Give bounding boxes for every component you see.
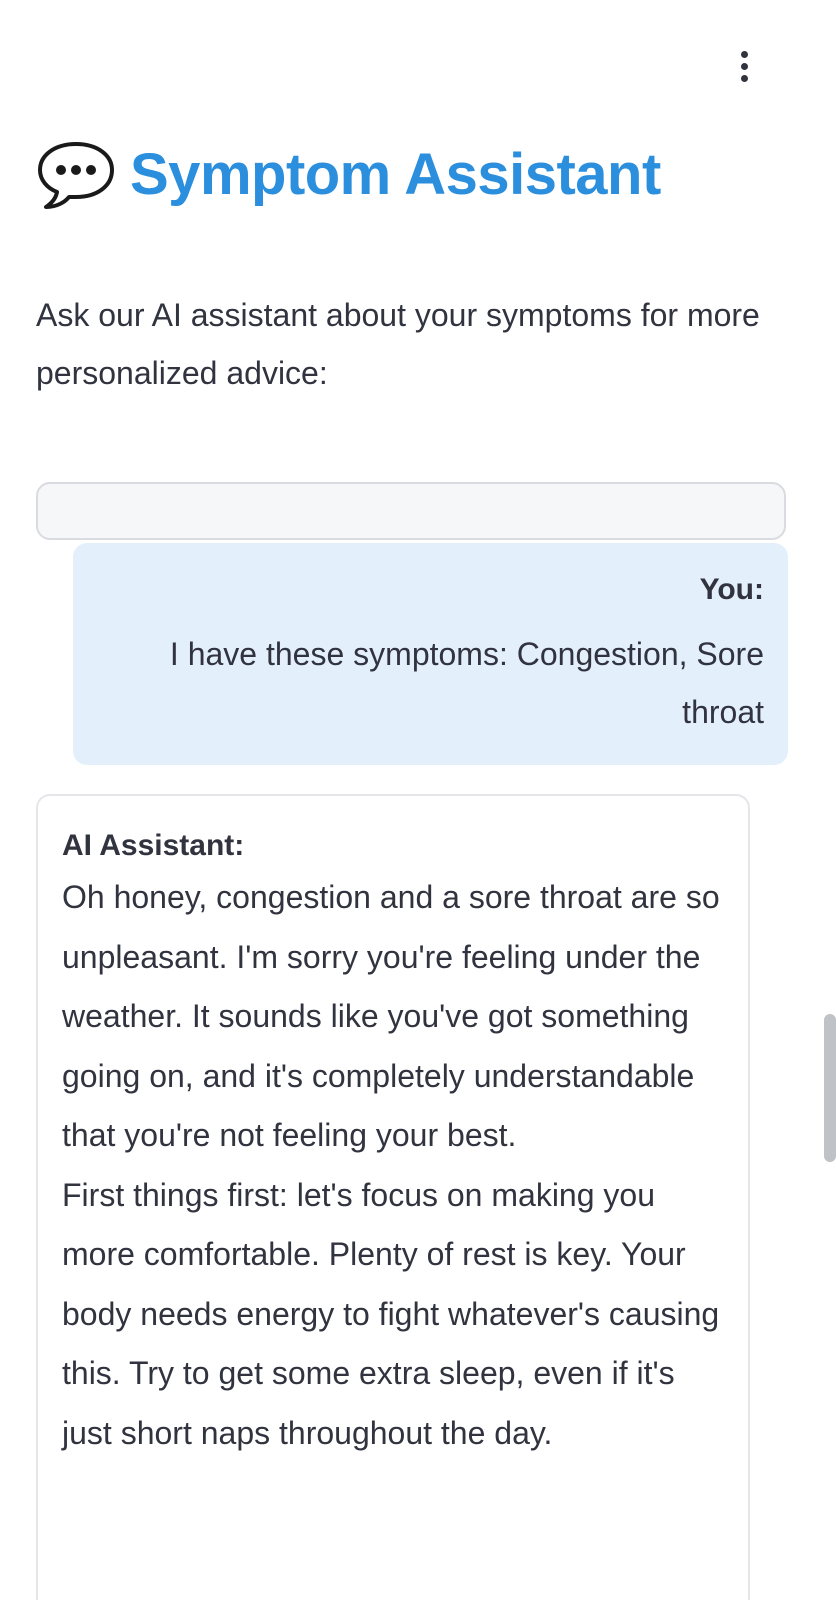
- main-menu-button[interactable]: [730, 46, 758, 86]
- assistant-message-paragraph: First things first: let's focus on makin…: [62, 1176, 720, 1451]
- symptom-chat-input[interactable]: [36, 482, 786, 540]
- kebab-menu-icon: [740, 50, 748, 58]
- kebab-menu-icon-dot: [740, 62, 748, 70]
- user-message-text: I have these symptoms: Congestion, Sore …: [169, 636, 764, 730]
- app-page: Symptom Assistant Ask our AI assistant a…: [0, 0, 836, 1600]
- assistant-message-bubble: AI Assistant: Oh honey, congestion and a…: [36, 794, 750, 1600]
- page-header: Symptom Assistant: [36, 138, 661, 212]
- user-sender-label: You:: [699, 573, 764, 606]
- kebab-menu-icon-dot: [740, 74, 748, 82]
- speech-balloon-icon: [38, 142, 114, 209]
- assistant-message-paragraph: Oh honey, congestion and a sore throat a…: [62, 879, 720, 1153]
- user-message-bubble: You: I have these symptoms: Congestion, …: [73, 543, 788, 765]
- assistant-sender-label: AI Assistant:: [62, 829, 245, 862]
- page-scrollbar[interactable]: [824, 1014, 836, 1162]
- intro-text: Ask our AI assistant about your symptoms…: [36, 297, 760, 391]
- page-title: Symptom Assistant: [130, 142, 661, 207]
